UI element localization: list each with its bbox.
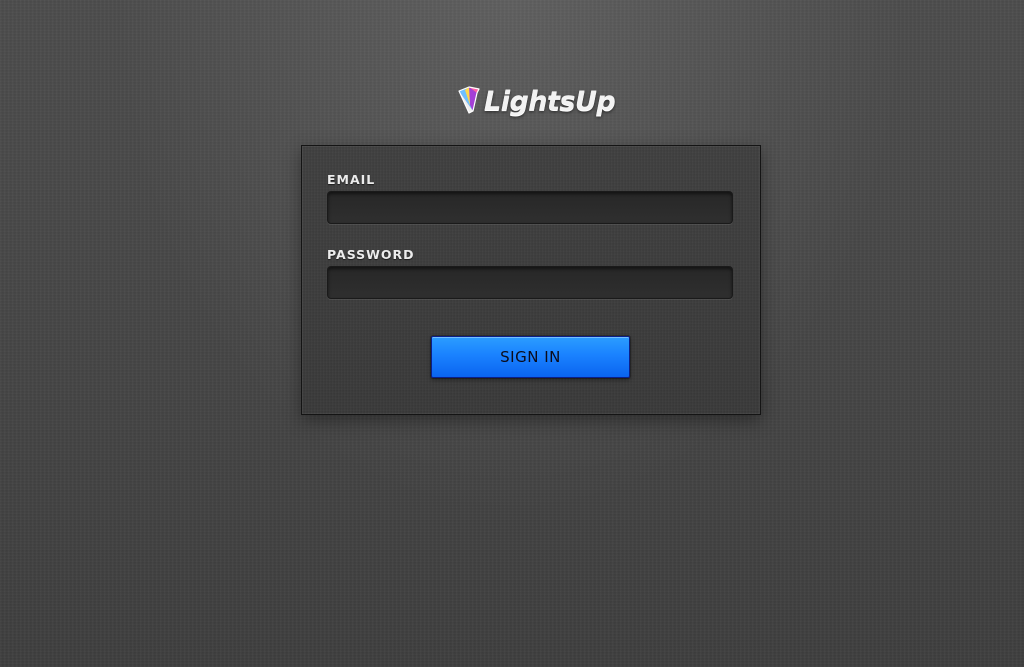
login-panel: EMAIL PASSWORD SIGN IN <box>301 145 761 415</box>
email-label: EMAIL <box>327 172 376 187</box>
lightsup-logo-icon <box>458 86 480 114</box>
lightsup-logo: LightsUp <box>456 80 616 122</box>
password-label: PASSWORD <box>327 247 415 262</box>
sign-in-button[interactable]: SIGN IN <box>431 336 630 378</box>
password-field[interactable] <box>327 266 733 299</box>
brand-name: LightsUp <box>484 85 616 117</box>
email-field[interactable] <box>327 191 733 224</box>
